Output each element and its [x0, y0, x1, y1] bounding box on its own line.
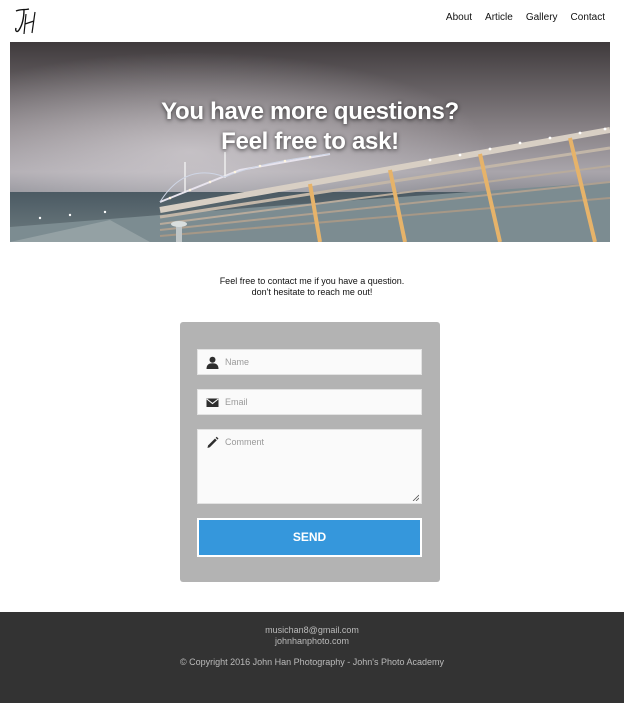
- comment-field[interactable]: Comment: [197, 429, 422, 504]
- hero-title-line1: You have more questions?: [161, 98, 459, 125]
- resize-grip-icon[interactable]: [412, 494, 419, 501]
- footer-copyright: © Copyright 2016 John Han Photography - …: [179, 657, 444, 667]
- footer-email[interactable]: musichan8@gmail.com: [0, 625, 624, 636]
- site-header: About Article Gallery Contact: [0, 0, 624, 42]
- hero-title-line2: Feel free to ask!: [221, 128, 399, 155]
- main-nav: About Article Gallery Contact: [446, 12, 605, 24]
- name-placeholder: Name: [225, 357, 250, 367]
- intro-line2: don't hesitate to reach me out!: [251, 287, 373, 297]
- email-placeholder: Email: [225, 397, 248, 407]
- site-footer: musichan8@gmail.com johnhanphoto.com © C…: [0, 612, 624, 703]
- logo-icon[interactable]: [13, 6, 39, 36]
- nav-article[interactable]: Article: [485, 12, 513, 24]
- intro-line1: Feel free to contact me if you have a qu…: [219, 276, 405, 286]
- name-field[interactable]: Name: [197, 349, 422, 375]
- user-icon: [206, 356, 219, 369]
- nav-gallery[interactable]: Gallery: [526, 12, 558, 24]
- comment-placeholder: Comment: [225, 437, 265, 447]
- envelope-icon: [206, 398, 219, 407]
- nav-about[interactable]: About: [446, 12, 472, 24]
- pencil-icon: [207, 436, 219, 448]
- hero-banner: You have more questions? Feel free to as…: [10, 42, 610, 242]
- send-button[interactable]: SEND: [197, 518, 422, 557]
- contact-form: Name Email Comment SEND: [180, 322, 440, 582]
- hero-title: You have more questions? Feel free to as…: [10, 97, 610, 157]
- email-field[interactable]: Email: [197, 389, 422, 415]
- nav-contact[interactable]: Contact: [571, 12, 605, 24]
- footer-website[interactable]: johnhanphoto.com: [0, 636, 624, 647]
- intro-text: Feel free to contact me if you have a qu…: [0, 276, 624, 298]
